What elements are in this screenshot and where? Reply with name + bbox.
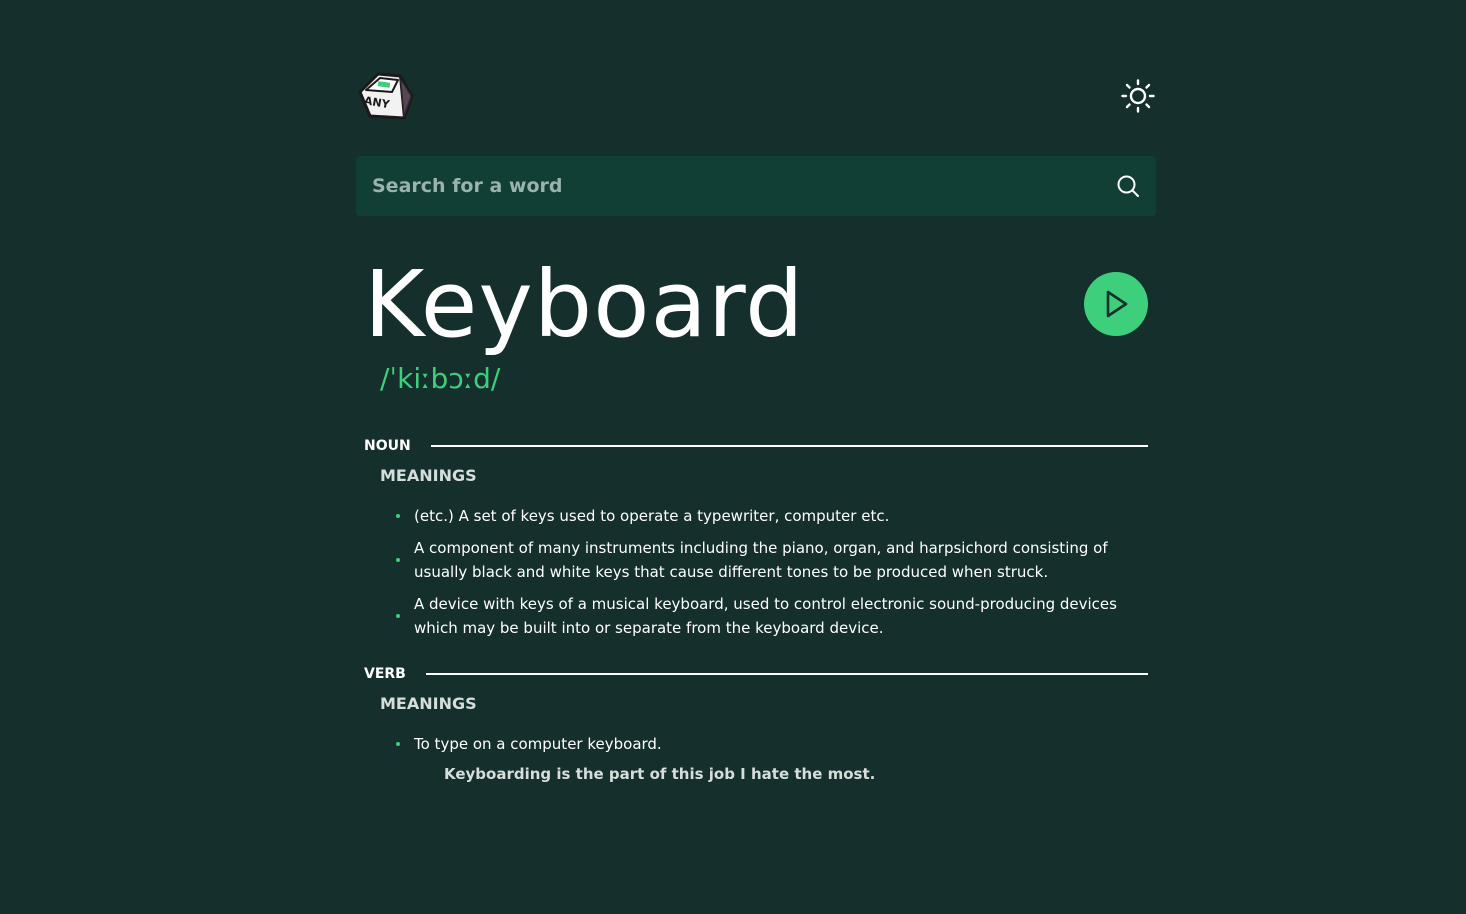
theme-toggle-button[interactable] [1120,78,1156,114]
verb-section-header: VERB [364,664,1148,684]
divider [425,673,1148,675]
noun-section-header: NOUN [364,436,1148,456]
header: ANY [356,70,1156,122]
example-sentence: Keyboarding is the part of this job I ha… [444,765,876,783]
part-of-speech-label: VERB [364,666,406,682]
definition-item: A device with keys of a musical keyboard… [396,592,1136,640]
app-container: ANY Search for a word Keyboard /ˈkiːbɔːd… [356,0,1156,914]
part-of-speech-label: NOUN [364,438,411,454]
definition-item: To type on a computer keyboard. [396,732,1136,756]
search-bar [356,156,1156,216]
meanings-title: MEANINGS [380,466,477,485]
meanings-title: MEANINGS [380,694,477,713]
bullet-icon [396,614,400,618]
sun-icon [1121,79,1155,113]
bullet-icon [396,742,400,746]
keycap-logo-icon: ANY [358,72,414,120]
verb-definitions-list: To type on a computer keyboard. [396,732,1136,764]
search-input[interactable] [356,156,1096,216]
bullet-icon [396,558,400,562]
play-pronunciation-button[interactable] [1084,272,1148,336]
divider [430,445,1148,447]
play-icon [1106,290,1128,318]
definition-item: (etc.) A set of keys used to operate a t… [396,504,1136,528]
definition-text: A component of many instruments includin… [414,539,1108,581]
phonetic-text: /ˈkiːbɔːd/ [380,362,501,395]
bullet-icon [396,514,400,518]
logo[interactable]: ANY [356,70,414,122]
definition-text: To type on a computer keyboard. [414,735,662,753]
definition-text: A device with keys of a musical keyboard… [414,595,1117,637]
noun-definitions-list: (etc.) A set of keys used to operate a t… [396,504,1136,648]
definition-text: (etc.) A set of keys used to operate a t… [414,507,890,525]
definition-item: A component of many instruments includin… [396,536,1136,584]
word-title: Keyboard [364,251,805,358]
search-button[interactable] [1114,172,1142,200]
search-icon [1117,175,1139,197]
